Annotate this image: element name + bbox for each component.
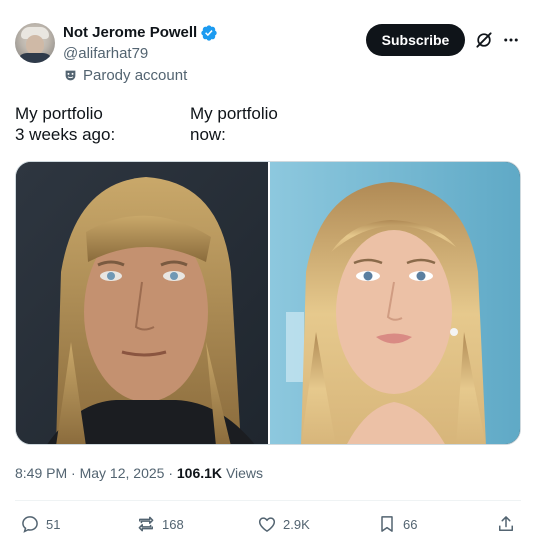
repost-button[interactable]: 168 xyxy=(136,512,184,536)
caption-right-line2: now: xyxy=(190,125,226,144)
tweet-time[interactable]: 8:49 PM xyxy=(15,465,67,481)
reply-icon xyxy=(22,516,38,533)
bookmark-icon xyxy=(381,516,393,532)
parody-label: Parody account xyxy=(83,67,188,84)
bookmark-button[interactable]: 66 xyxy=(377,512,417,536)
caption-left: My portfolio 3 weeks ago: xyxy=(15,103,115,145)
grok-icon[interactable] xyxy=(474,30,494,50)
caption-right-line1: My portfolio xyxy=(190,104,278,123)
reply-count: 51 xyxy=(46,516,61,532)
like-button[interactable]: 2.9K xyxy=(257,512,310,536)
tweet-date[interactable]: May 12, 2025 xyxy=(80,465,165,481)
views-count: 106.1K xyxy=(176,465,223,481)
tweet-media[interactable] xyxy=(15,161,521,445)
tweet-meta: 8:49 PM · May 12, 2025 · 106.1K Views xyxy=(15,464,263,482)
caption-left-line2: 3 weeks ago: xyxy=(15,125,116,144)
media-photos xyxy=(16,162,520,444)
bookmark-count: 66 xyxy=(403,516,418,532)
right-photo xyxy=(270,162,520,444)
meta-separator: · xyxy=(168,465,177,481)
meta-separator: · xyxy=(71,465,80,481)
parody-mask-icon xyxy=(65,70,76,81)
subscribe-button[interactable]: Subscribe xyxy=(366,24,465,56)
verified-badge-icon xyxy=(201,25,217,41)
heart-icon xyxy=(258,517,276,532)
share-icon xyxy=(499,516,513,531)
left-photo xyxy=(16,162,268,444)
repost-count: 168 xyxy=(162,516,184,532)
caption-right: My portfolio now: xyxy=(190,103,278,145)
share-button[interactable] xyxy=(496,512,522,536)
avatar[interactable] xyxy=(15,23,55,63)
author-name[interactable]: Not Jerome Powell xyxy=(63,23,197,43)
author-handle[interactable]: @alifarhat79 xyxy=(63,44,148,64)
reply-button[interactable]: 51 xyxy=(20,512,60,536)
caption-left-line1: My portfolio xyxy=(15,104,103,123)
more-options-icon[interactable] xyxy=(502,31,520,49)
like-count: 2.9K xyxy=(283,516,310,532)
divider xyxy=(15,500,521,501)
repost-icon xyxy=(138,516,154,532)
views-label: Views xyxy=(225,465,264,481)
